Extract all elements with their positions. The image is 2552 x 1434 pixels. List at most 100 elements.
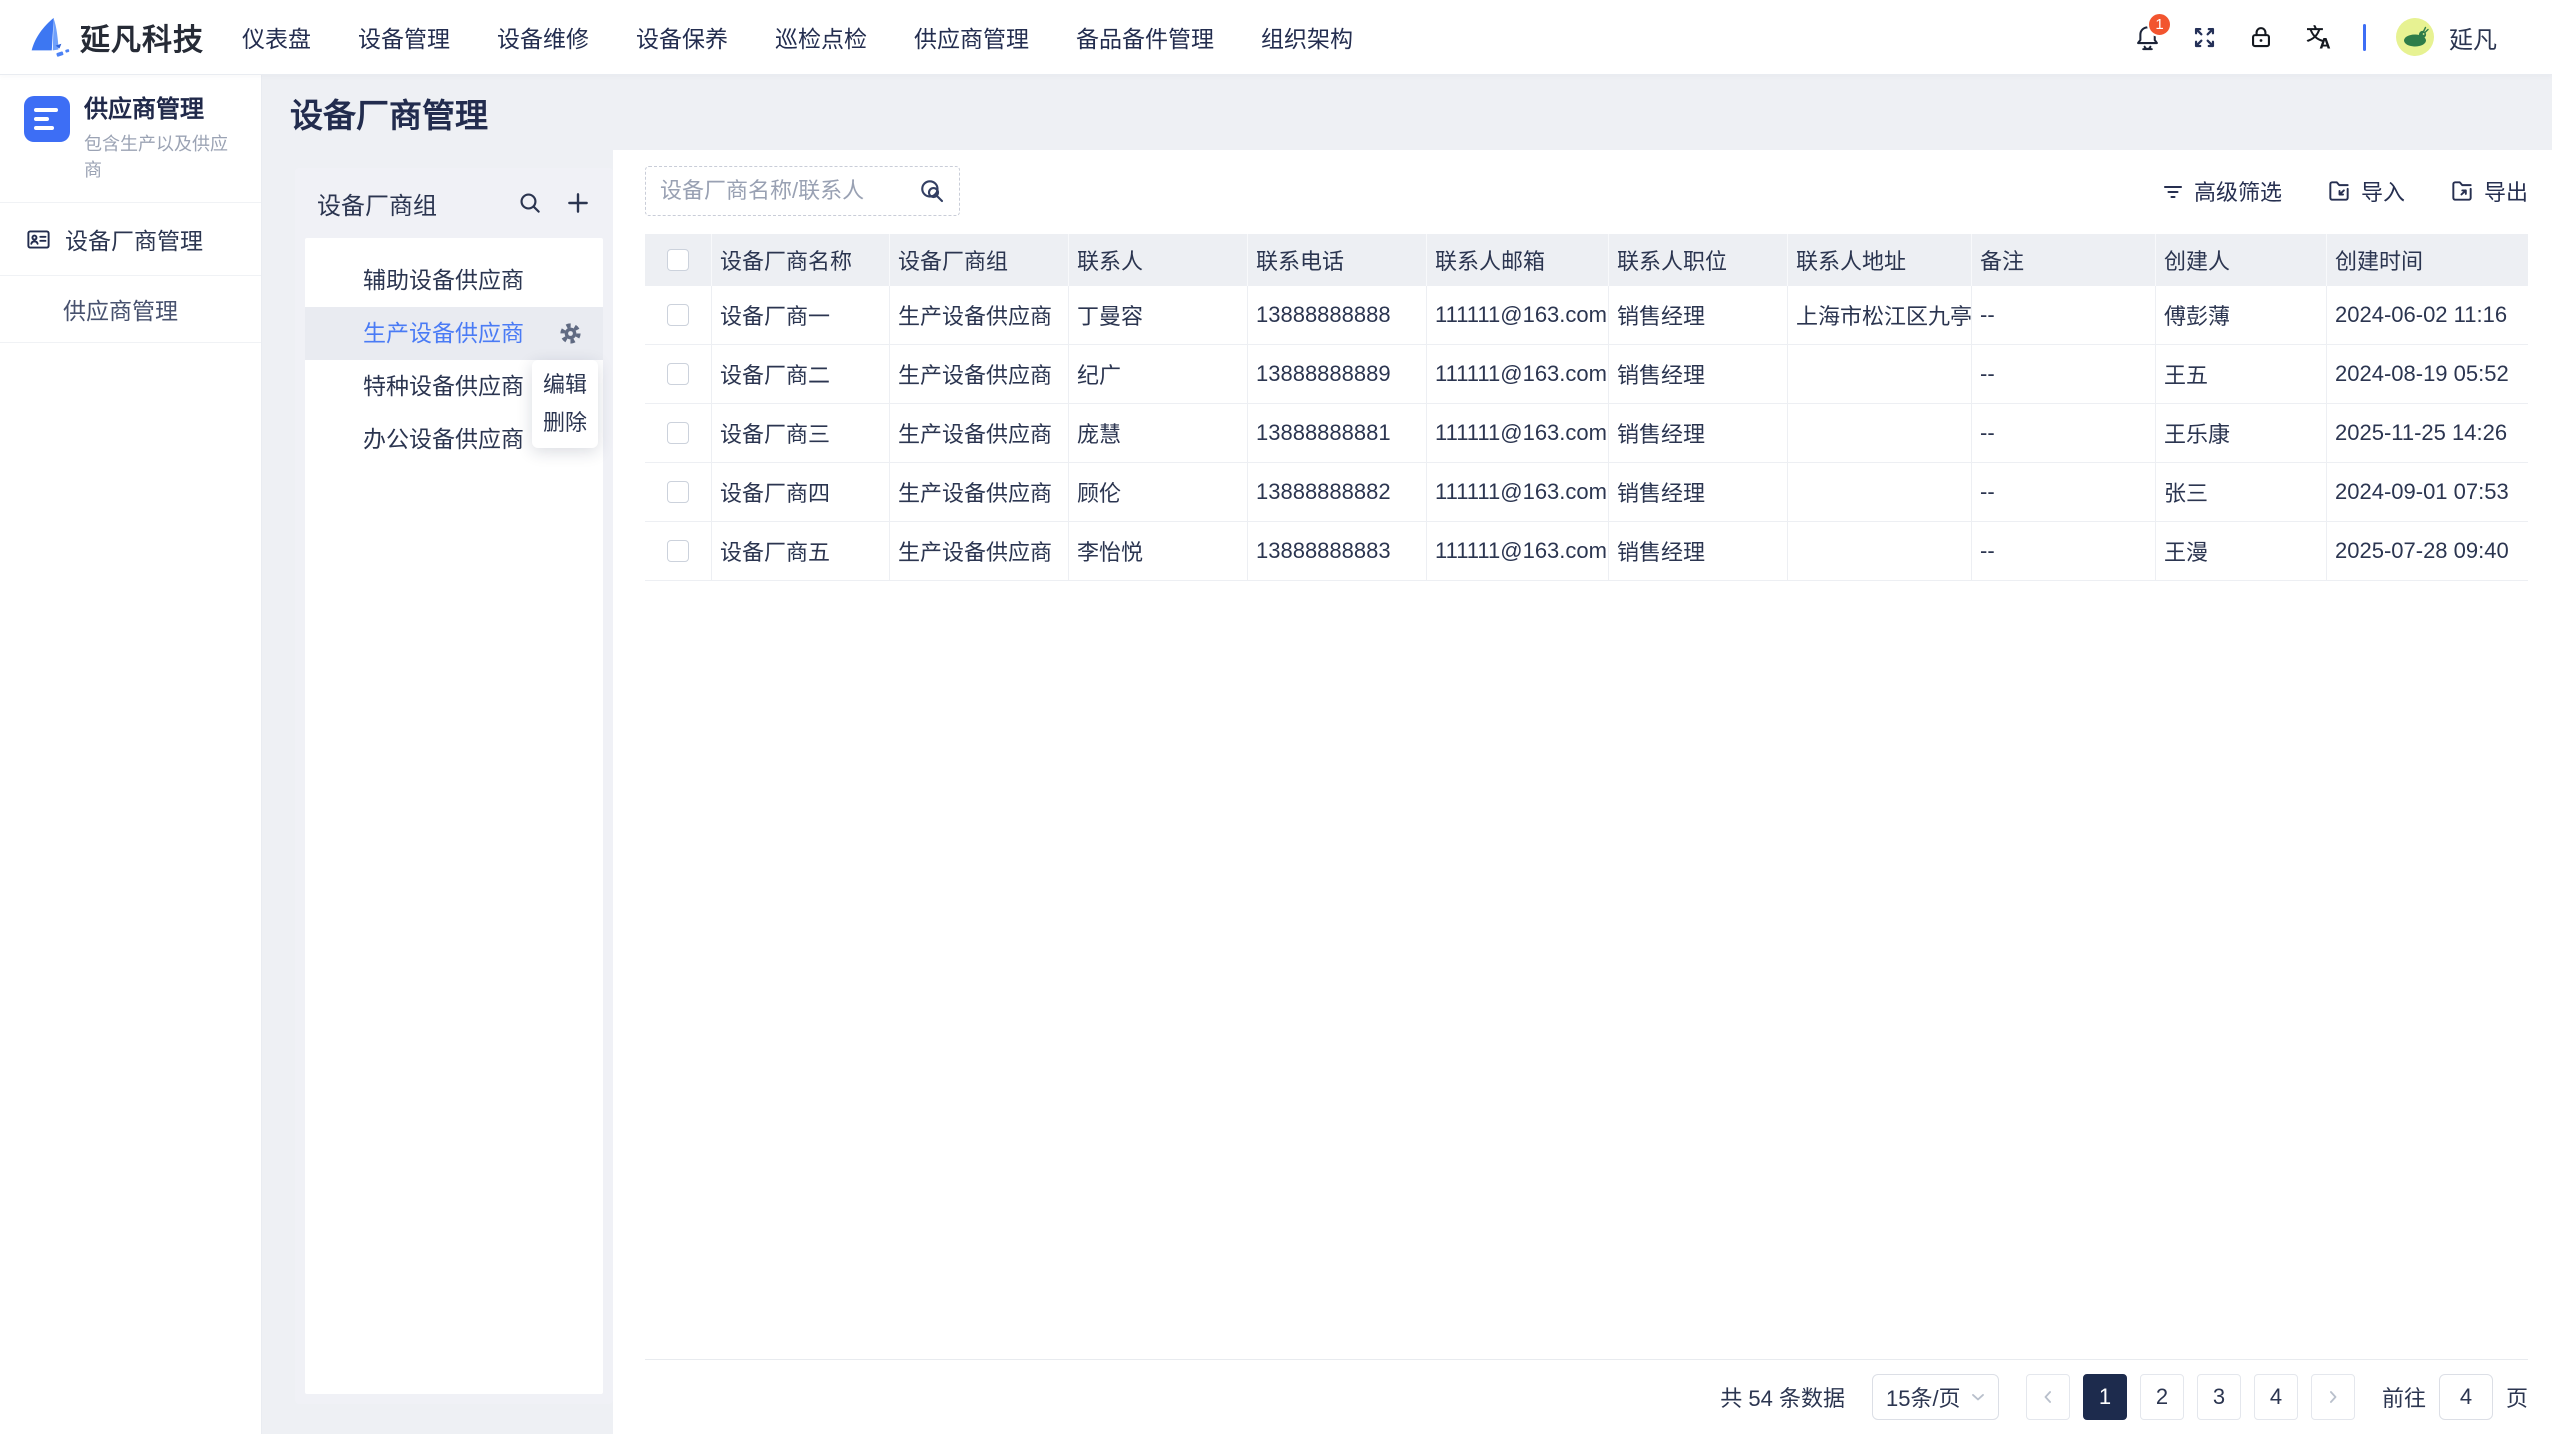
menu-item-delete[interactable]: 删除 xyxy=(532,404,598,442)
group-item-production-selected[interactable]: 生产设备供应商 xyxy=(305,307,603,360)
nav-item-inspection[interactable]: 巡检点检 xyxy=(775,20,867,54)
row-checkbox[interactable] xyxy=(667,481,689,503)
table-row: 设备厂商一 生产设备供应商 丁曼容 13888888888 111111@163… xyxy=(645,286,2528,345)
fullscreen-icon[interactable] xyxy=(2191,24,2218,51)
table-row: 设备厂商三 生产设备供应商 庞慧 13888888881 111111@163.… xyxy=(645,404,2528,463)
group-item-auxiliary[interactable]: 辅助设备供应商 xyxy=(305,254,603,307)
sidebar-divider xyxy=(0,342,261,343)
avatar xyxy=(2395,17,2435,57)
next-page-button[interactable] xyxy=(2311,1374,2355,1420)
sidebar-app-subtitle: 包含生产以及供应商 xyxy=(84,130,243,182)
cell-phone: 13888888881 xyxy=(1248,404,1427,462)
page-title: 设备厂商管理 xyxy=(262,74,2552,150)
group-gear-icon[interactable] xyxy=(558,321,583,346)
page-button-3[interactable]: 3 xyxy=(2197,1374,2241,1420)
translate-icon[interactable]: 文 A xyxy=(2304,22,2334,52)
nav-item-spareparts[interactable]: 备品备件管理 xyxy=(1076,20,1214,54)
sidebar: 供应商管理 包含生产以及供应商 设备厂商管理 供应商管理 xyxy=(0,74,262,1434)
vendor-search-input[interactable] xyxy=(660,178,917,204)
cell-phone: 13888888882 xyxy=(1248,463,1427,521)
sidebar-app-header: 供应商管理 包含生产以及供应商 xyxy=(0,74,261,202)
vendor-group-panel: 设备厂商组 辅助设备供应商 生产设备供应商 xyxy=(295,168,613,1404)
sidebar-item-vendor-management[interactable]: 设备厂商管理 xyxy=(0,203,261,275)
export-button[interactable]: 导出 xyxy=(2449,175,2528,207)
nav-item-repair[interactable]: 设备维修 xyxy=(497,20,589,54)
page-button-2[interactable]: 2 xyxy=(2140,1374,2184,1420)
filter-icon xyxy=(2161,179,2185,203)
cell-created: 2025-07-28 09:40 xyxy=(2327,522,2528,580)
cell-contact: 顾伦 xyxy=(1069,463,1248,521)
nav-item-maintenance[interactable]: 设备保养 xyxy=(636,20,728,54)
prev-page-button[interactable] xyxy=(2026,1374,2070,1420)
main-menu: 仪表盘 设备管理 设备维修 设备保养 巡检点检 供应商管理 备品备件管理 组织架… xyxy=(242,20,1353,54)
navbar-right: 1 文 A xyxy=(2133,17,2497,57)
cell-created: 2025-11-25 14:26 xyxy=(2327,404,2528,462)
cell-contact: 庞慧 xyxy=(1069,404,1248,462)
row-checkbox[interactable] xyxy=(667,304,689,326)
vendor-search-box xyxy=(645,166,960,216)
row-checkbox[interactable] xyxy=(667,363,689,385)
vendor-table: 设备厂商名称 设备厂商组 联系人 联系电话 联系人邮箱 联系人职位 联系人地址 … xyxy=(645,234,2528,581)
pagination-bar: 共 54 条数据 15条/页 1 2 3 4 xyxy=(645,1359,2528,1434)
cell-creator: 傅彭薄 xyxy=(2156,286,2327,344)
table-toolbar: 高级筛选 导入 xyxy=(645,166,2528,216)
import-icon xyxy=(2326,178,2352,204)
goto-page-input[interactable] xyxy=(2439,1374,2493,1420)
cell-name: 设备厂商三 xyxy=(712,404,890,462)
search-icon[interactable] xyxy=(917,176,947,206)
group-search-icon[interactable] xyxy=(517,190,543,216)
menu-item-edit[interactable]: 编辑 xyxy=(532,366,598,404)
row-checkbox[interactable] xyxy=(667,540,689,562)
nav-item-dashboard[interactable]: 仪表盘 xyxy=(242,20,311,54)
app-shell: 供应商管理 包含生产以及供应商 设备厂商管理 供应商管理 设备厂商管理 xyxy=(0,74,2552,1434)
cell-group: 生产设备供应商 xyxy=(890,286,1069,344)
page-button-1[interactable]: 1 xyxy=(2083,1374,2127,1420)
table-row: 设备厂商五 生产设备供应商 李怡悦 13888888883 111111@163… xyxy=(645,522,2528,581)
chevron-right-icon xyxy=(2323,1387,2343,1407)
cell-note: -- xyxy=(1972,286,2156,344)
cell-address xyxy=(1788,345,1972,403)
brand-logo[interactable]: 延凡科技 xyxy=(24,14,204,60)
cell-address xyxy=(1788,463,1972,521)
nav-item-equipment[interactable]: 设备管理 xyxy=(358,20,450,54)
select-all-checkbox[interactable] xyxy=(667,249,689,271)
user-menu[interactable]: 延凡 xyxy=(2395,17,2497,57)
table-row: 设备厂商二 生产设备供应商 纪广 13888888889 111111@163.… xyxy=(645,345,2528,404)
cell-group: 生产设备供应商 xyxy=(890,345,1069,403)
row-checkbox[interactable] xyxy=(667,422,689,444)
id-card-icon xyxy=(25,226,52,253)
import-button[interactable]: 导入 xyxy=(2326,175,2405,207)
cell-email: 111111@163.com xyxy=(1427,463,1609,521)
vendor-table-sheet: 高级筛选 导入 xyxy=(613,150,2552,1434)
cell-note: -- xyxy=(1972,463,2156,521)
col-header-phone: 联系电话 xyxy=(1248,234,1427,286)
cell-phone: 13888888883 xyxy=(1248,522,1427,580)
advanced-filter-button[interactable]: 高级筛选 xyxy=(2161,175,2282,207)
cell-creator: 王漫 xyxy=(2156,522,2327,580)
nav-item-supplier[interactable]: 供应商管理 xyxy=(914,20,1029,54)
cell-email: 111111@163.com xyxy=(1427,286,1609,344)
page-size-select[interactable]: 15条/页 xyxy=(1872,1374,1999,1420)
cell-position: 销售经理 xyxy=(1609,345,1788,403)
notification-badge: 1 xyxy=(2147,12,2172,37)
lock-icon[interactable] xyxy=(2247,23,2275,51)
group-add-icon[interactable] xyxy=(565,190,591,216)
cell-contact: 丁曼容 xyxy=(1069,286,1248,344)
brand-name: 延凡科技 xyxy=(80,15,204,59)
page-button-4[interactable]: 4 xyxy=(2254,1374,2298,1420)
col-header-group: 设备厂商组 xyxy=(890,234,1069,286)
cell-creator: 王五 xyxy=(2156,345,2327,403)
cell-name: 设备厂商二 xyxy=(712,345,890,403)
cell-address xyxy=(1788,404,1972,462)
nav-item-organization[interactable]: 组织架构 xyxy=(1261,20,1353,54)
sidebar-item-supplier-management[interactable]: 供应商管理 xyxy=(0,276,261,342)
cell-email: 111111@163.com xyxy=(1427,345,1609,403)
cell-name: 设备厂商四 xyxy=(712,463,890,521)
sidebar-item-label: 供应商管理 xyxy=(63,292,178,326)
cell-note: -- xyxy=(1972,404,2156,462)
cell-creator: 王乐康 xyxy=(2156,404,2327,462)
svg-text:A: A xyxy=(2320,36,2331,52)
table-header-row: 设备厂商名称 设备厂商组 联系人 联系电话 联系人邮箱 联系人职位 联系人地址 … xyxy=(645,234,2528,286)
cell-group: 生产设备供应商 xyxy=(890,522,1069,580)
notification-bell-icon[interactable]: 1 xyxy=(2133,23,2162,52)
